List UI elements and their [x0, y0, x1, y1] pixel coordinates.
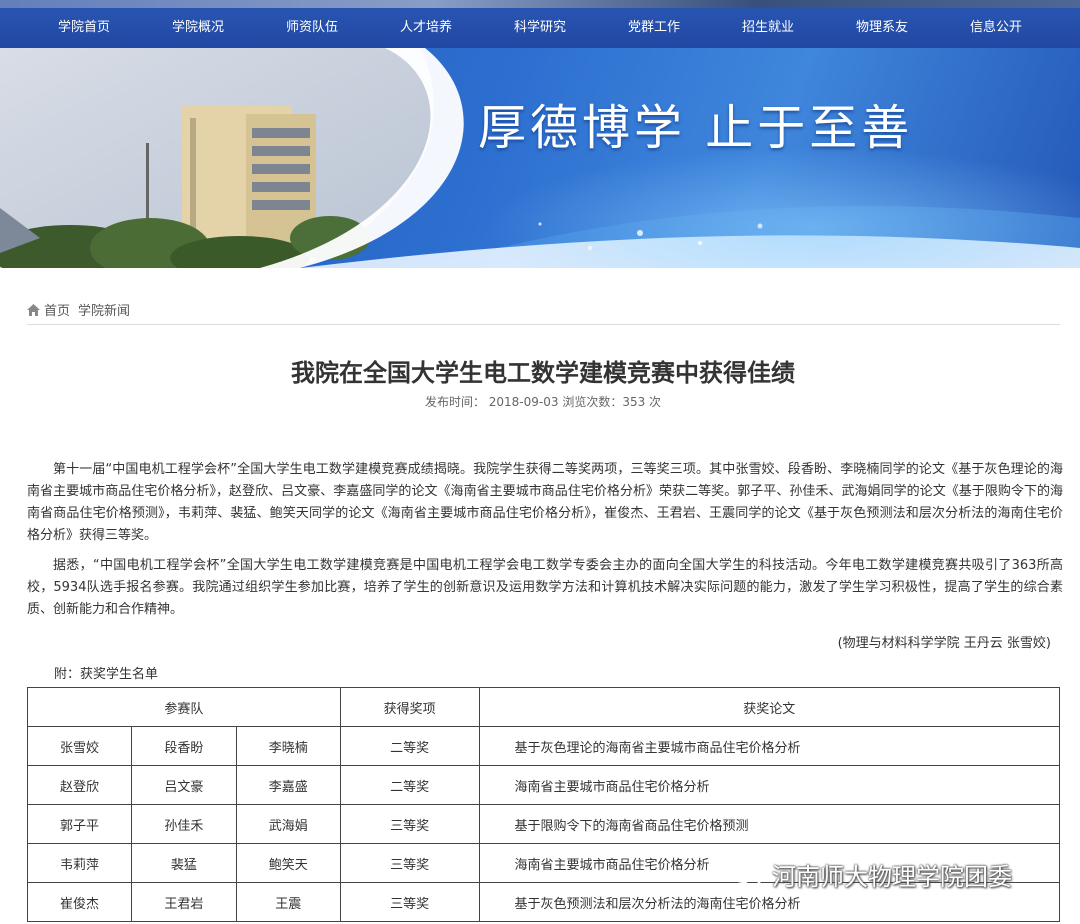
header-banner: 厚德博学 止于至善: [0, 48, 1080, 268]
member-cell: 张雪姣: [27, 726, 132, 766]
article-paragraph: 第十一届“中国电机工程学会杯”全国大学生电工数学建模竞赛成绩揭晓。我院学生获得二…: [27, 462, 1063, 543]
member-cell: 鲍笑天: [235, 843, 341, 883]
paper-cell: 海南省主要城市商品住宅价格分析: [478, 765, 1061, 805]
award-cell: 三等奖: [339, 843, 480, 883]
header-paper: 获奖论文: [478, 687, 1061, 727]
award-cell: 三等奖: [339, 882, 480, 922]
paper-cell: 基于灰色理论的海南省主要城市商品住宅价格分析: [478, 726, 1061, 766]
breadcrumb-current-link[interactable]: 学院新闻: [78, 300, 130, 319]
article-title: 我院在全国大学生电工数学建模竞赛中获得佳绩: [291, 359, 795, 387]
header-team: 参赛队: [27, 687, 341, 727]
member-cell: 裴猛: [130, 843, 237, 883]
table-row: 张雪姣 段香盼 李晓楠 二等奖 基于灰色理论的海南省主要城市商品住宅价格分析: [27, 726, 1061, 766]
watermark-text: 河南师大物理学院团委: [772, 863, 1012, 891]
member-cell: 吕文豪: [130, 765, 237, 805]
attachment-label: 附：获奖学生名单: [54, 667, 159, 682]
nav-item-overview[interactable]: 学院概况: [141, 8, 255, 48]
home-icon: [27, 303, 40, 316]
nav-item-admission[interactable]: 招生就业: [711, 8, 825, 48]
nav-item-research[interactable]: 科学研究: [483, 8, 597, 48]
breadcrumb: 首页 学院新闻: [27, 300, 138, 319]
member-cell: 孙佳禾: [130, 804, 237, 844]
member-cell: 李晓楠: [235, 726, 341, 766]
member-cell: 段香盼: [130, 726, 237, 766]
member-cell: 崔俊杰: [27, 882, 132, 922]
member-cell: 李嘉盛: [235, 765, 341, 805]
nav-item-faculty[interactable]: 师资队伍: [255, 8, 369, 48]
nav-item-education[interactable]: 人才培养: [369, 8, 483, 48]
header-award: 获得奖项: [339, 687, 480, 727]
wechat-watermark: 河南师大物理学院团委: [730, 857, 1012, 892]
table-header-row: 参赛队 获得奖项 获奖论文: [27, 687, 1061, 727]
table-row: 赵登欣 吕文豪 李嘉盛 二等奖 海南省主要城市商品住宅价格分析: [27, 765, 1061, 805]
nav-item-party[interactable]: 党群工作: [597, 8, 711, 48]
article-paragraph: 据悉，“中国电机工程学会杯”全国大学生电工数学建模竞赛是中国电机工程学会电工数学…: [27, 558, 1063, 617]
top-nav: 学院首页 学院概况 师资队伍 人才培养 科学研究 党群工作 招生就业 物理系友 …: [0, 0, 1080, 48]
nav-item-public-info[interactable]: 信息公开: [939, 8, 1053, 48]
nav-menu: 学院首页 学院概况 师资队伍 人才培养 科学研究 党群工作 招生就业 物理系友 …: [0, 8, 1080, 48]
nav-item-alumni[interactable]: 物理系友: [825, 8, 939, 48]
breadcrumb-divider: [27, 324, 1060, 325]
nav-top-strip: [0, 0, 1080, 8]
paper-cell: 基于限购令下的海南省商品住宅价格预测: [478, 804, 1061, 844]
member-cell: 王震: [235, 882, 341, 922]
member-cell: 韦莉萍: [27, 843, 132, 883]
award-cell: 二等奖: [339, 765, 480, 805]
award-cell: 二等奖: [339, 726, 480, 766]
table-row: 郭子平 孙佳禾 武海娟 三等奖 基于限购令下的海南省商品住宅价格预测: [27, 804, 1061, 844]
article-signature: (物理与材料科学学院 王丹云 张雪姣): [837, 636, 1051, 651]
wechat-icon: [731, 862, 762, 886]
article-meta: 发布时间： 2018-09-03 浏览次数：353 次: [424, 395, 662, 409]
nav-item-home[interactable]: 学院首页: [27, 8, 141, 48]
award-cell: 三等奖: [339, 804, 480, 844]
member-cell: 王君岩: [130, 882, 237, 922]
breadcrumb-home-link[interactable]: 首页: [44, 300, 70, 319]
member-cell: 郭子平: [27, 804, 132, 844]
banner-motto: 厚德博学 止于至善: [478, 100, 914, 156]
member-cell: 武海娟: [235, 804, 341, 844]
member-cell: 赵登欣: [27, 765, 132, 805]
banner-graphic: [0, 48, 1080, 268]
